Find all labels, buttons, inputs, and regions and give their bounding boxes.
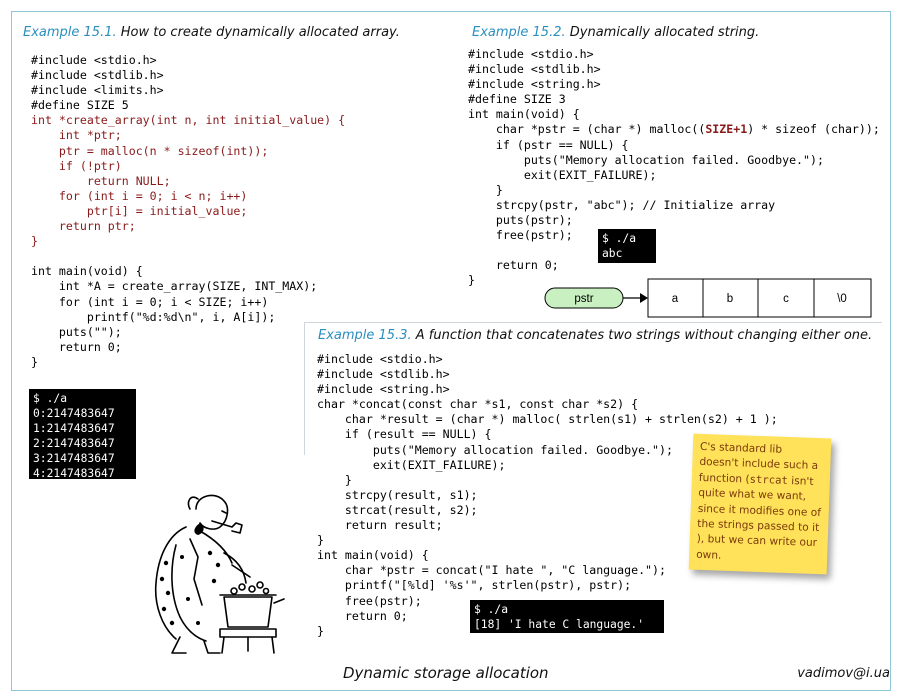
- cook-illustration: [154, 494, 285, 654]
- pointer-pstr-label: pstr: [574, 293, 593, 305]
- example-1-code-line: #include <limits.h>: [31, 83, 164, 98]
- example-1-terminal-output: $ ./a 0:2147483647 1:2147483647 2:214748…: [29, 389, 136, 480]
- example-1-code-line: int *create_array(int n, int initial_val…: [31, 113, 346, 128]
- example-2-code-after: ) * sizeof (char)); if (pstr == NULL) { …: [468, 122, 880, 288]
- example-2-code-before: #include <stdio.h> #include <stdlib.h> #…: [468, 47, 706, 137]
- example-2-code-bold: SIZE+1: [705, 122, 748, 137]
- example-3-heading: Example 15.3. A function that concatenat…: [318, 328, 872, 343]
- example-1-code-line: int *ptr;: [31, 128, 122, 143]
- example-2-title: Dynamically allocated string.: [569, 25, 760, 40]
- sticky-note: C's standard lib doesn't include such a …: [688, 433, 832, 575]
- sticky-note-text-after: isn't quite what we want, since it modif…: [695, 474, 822, 562]
- pointer-arrowhead: [640, 293, 648, 303]
- example-1-code-line: #include <stdlib.h>: [31, 68, 164, 83]
- section-divider: [304, 322, 882, 323]
- example-1-code-line: }: [31, 354, 38, 369]
- example-1-code-line: #define SIZE 5: [31, 98, 129, 113]
- example-1-code-line: ptr = malloc(n * sizeof(int));: [31, 143, 269, 158]
- example-1-title: How to create dynamically allocated arra…: [120, 25, 400, 40]
- example-1-code-line: return 0;: [31, 339, 122, 354]
- example-1-code-line: printf("%d:%d\n", i, A[i]);: [31, 309, 276, 324]
- pointer-diagram: pstr a b c \0: [544, 278, 872, 318]
- example-2-code: #include <stdio.h> #include <stdlib.h> #…: [468, 47, 880, 289]
- example-2-number: Example 15.2.: [472, 25, 566, 40]
- array-cell-2: c: [783, 293, 789, 305]
- example-1-number: Example 15.1.: [23, 25, 117, 40]
- section-divider: [304, 322, 305, 455]
- example-1-code-line: puts("");: [31, 324, 122, 339]
- example-1-code-line: ptr[i] = initial_value;: [31, 203, 248, 218]
- array-cell-0: a: [672, 293, 679, 305]
- example-1-code-line: return NULL;: [31, 173, 171, 188]
- example-1-heading: Example 15.1. How to create dynamically …: [23, 25, 400, 40]
- example-3-terminal-output: $ ./a [18] 'I hate C language.': [470, 600, 664, 633]
- footer-email: vadimov@i.ua: [797, 666, 890, 681]
- example-1-code-line: }: [31, 234, 38, 249]
- example-2-terminal-output: $ ./a abc: [598, 229, 656, 263]
- array-cell-1: b: [727, 293, 733, 305]
- example-1-code-line: #include <stdio.h>: [31, 53, 157, 67]
- example-1-code-line: return ptr;: [31, 219, 136, 234]
- example-1-code-line: for (int i = 0; i < SIZE; i++): [31, 294, 269, 309]
- example-1-code-line: for (int i = 0; i < n; i++): [31, 188, 248, 203]
- example-1-code-line: if (!ptr): [31, 158, 122, 173]
- example-1-code-line: int main(void) {: [31, 264, 143, 279]
- footer-title: Dynamic storage allocation: [343, 664, 549, 682]
- example-1-code-line: int *A = create_array(SIZE, INT_MAX);: [31, 279, 318, 294]
- example-1-code: #include <stdio.h> #include <stdlib.h> #…: [31, 53, 345, 370]
- example-2-heading: Example 15.2. Dynamically allocated stri…: [472, 25, 759, 40]
- example-3-number: Example 15.3.: [318, 328, 412, 343]
- sticky-note-code: strcat: [749, 473, 789, 487]
- array-cell-3: \0: [837, 293, 847, 305]
- example-3-title: A function that concatenates two strings…: [415, 328, 873, 343]
